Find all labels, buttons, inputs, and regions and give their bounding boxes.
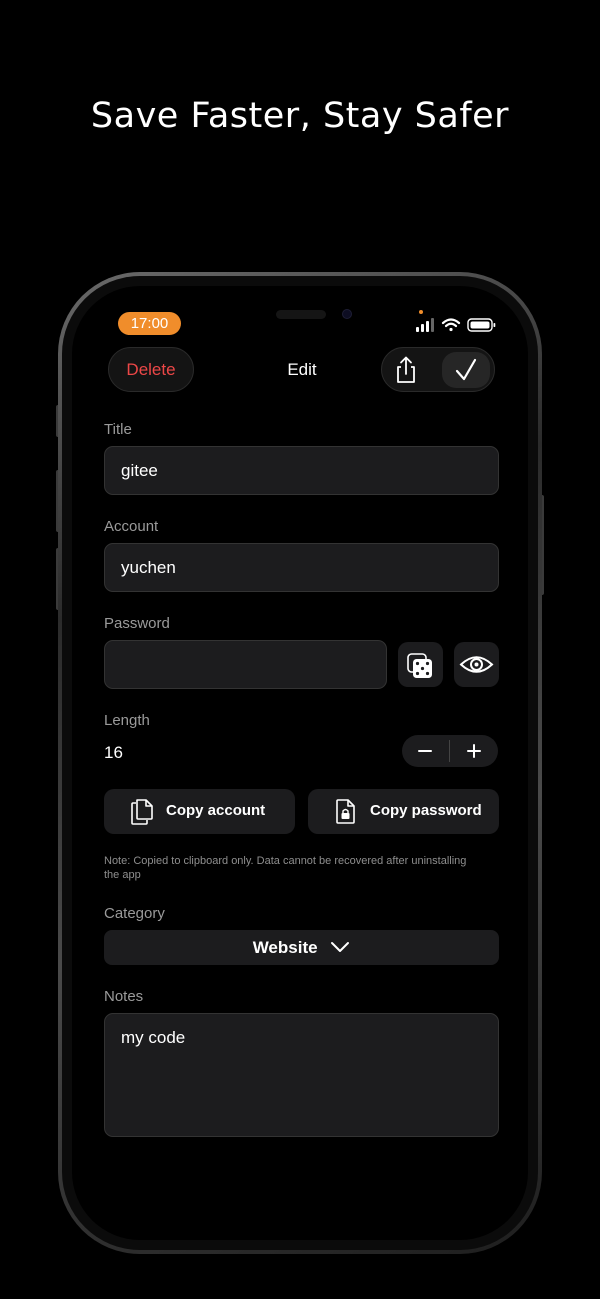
length-label: Length (104, 712, 150, 729)
share-button[interactable] (388, 352, 424, 388)
status-time: 17:00 (118, 312, 181, 335)
title-field[interactable]: gitee (104, 446, 499, 495)
status-icons (416, 318, 496, 332)
password-field[interactable] (104, 640, 387, 689)
page-title: Edit (287, 360, 317, 379)
generate-password-button[interactable] (398, 642, 443, 687)
clipboard-note: Note: Copied to clipboard only. Data can… (104, 855, 467, 881)
title-label: Title (104, 421, 132, 438)
delete-button[interactable]: Delete (108, 347, 194, 392)
front-camera (342, 309, 352, 319)
chevron-down-icon (331, 942, 350, 953)
checkmark-icon (455, 358, 477, 381)
category-label: Category (104, 905, 165, 922)
stepper-divider (449, 740, 450, 762)
copy-document-icon (131, 799, 153, 825)
copy-account-label: Copy account (166, 802, 266, 819)
account-label: Account (104, 518, 159, 535)
headline: Save Faster, Stay Safer (90, 96, 510, 136)
share-icon (397, 356, 415, 383)
wifi-icon (441, 318, 461, 332)
save-button[interactable] (442, 352, 490, 388)
notes-textarea[interactable]: my code (104, 1013, 499, 1137)
notes-label: Notes (104, 988, 144, 1005)
length-stepper (402, 735, 498, 767)
dice-icon (407, 653, 432, 678)
increment-button[interactable] (451, 735, 497, 767)
signal-icon (416, 318, 434, 332)
phone-screen: 17:00 Delete Edit Title gitee Account yu… (72, 286, 528, 1240)
speaker-grille (276, 310, 326, 319)
phone-frame: 17:00 Delete Edit Title gitee Account yu… (58, 272, 542, 1254)
length-value: 16 (104, 743, 123, 762)
mic-indicator-dot (419, 310, 423, 314)
password-label: Password (104, 615, 170, 632)
copy-account-button[interactable]: Copy account (104, 789, 295, 834)
toggle-visibility-button[interactable] (454, 642, 499, 687)
copy-password-label: Copy password (370, 802, 482, 819)
category-select[interactable]: Website (104, 930, 499, 965)
nav-actions (381, 347, 495, 392)
lock-document-icon (336, 799, 355, 824)
app-store-screenshot: Save Faster, Stay Safer 17:00 Delete Edi… (0, 0, 600, 1299)
decrement-button[interactable] (402, 735, 448, 767)
eye-icon (459, 656, 494, 673)
account-field[interactable]: yuchen (104, 543, 499, 592)
plus-icon (467, 744, 481, 758)
minus-icon (418, 750, 432, 752)
copy-password-button[interactable]: Copy password (308, 789, 499, 834)
battery-icon (467, 318, 496, 332)
category-value: Website (252, 938, 318, 957)
